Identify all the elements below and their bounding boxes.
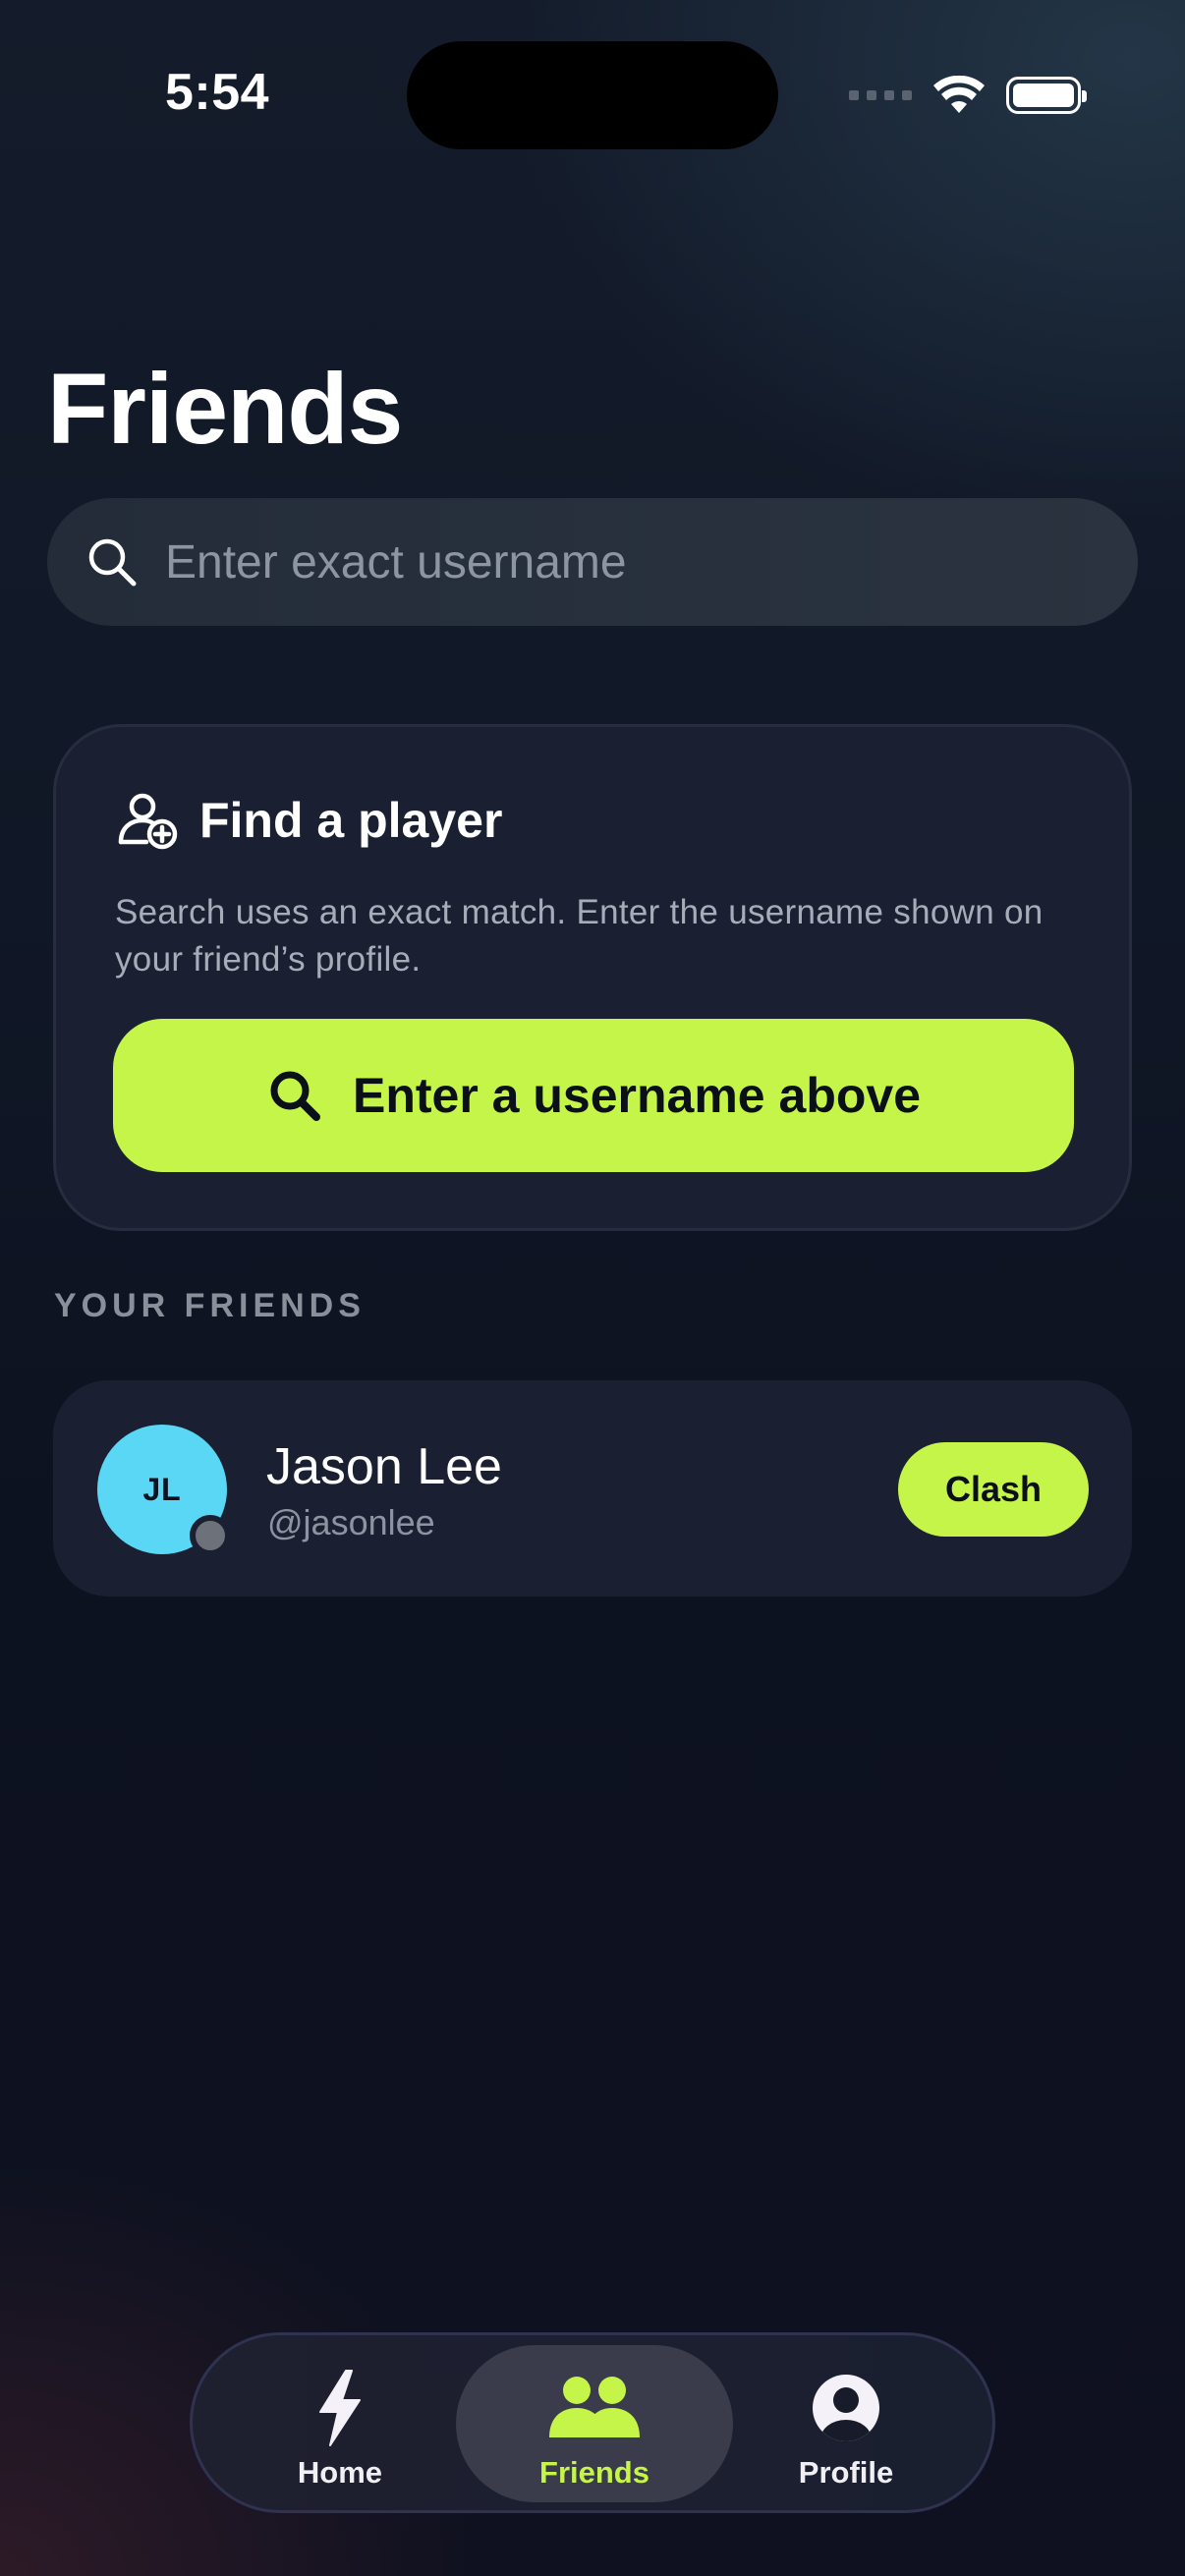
find-player-description: Search uses an exact match. Enter the us… — [115, 893, 1044, 979]
search-icon — [270, 1071, 320, 1121]
people-icon — [549, 2377, 640, 2437]
dynamic-island — [407, 41, 778, 149]
tab-home-label: Home — [297, 2455, 383, 2490]
friend-row[interactable]: JL Jason Lee @jasonlee Clash — [53, 1380, 1132, 1596]
wifi-icon — [933, 76, 985, 113]
find-player-card: Find a player Search uses an exact match… — [53, 724, 1132, 1231]
your-friends-label: YOUR FRIENDS — [54, 1287, 366, 1324]
search-icon — [88, 538, 137, 587]
clash-button[interactable]: Clash — [898, 1442, 1089, 1537]
cellular-signal-icon — [849, 90, 912, 100]
tab-home[interactable]: Home — [261, 2345, 419, 2502]
status-time: 5:54 — [165, 64, 270, 121]
page-title: Friends — [47, 353, 403, 465]
enter-username-button-label: Enter a username above — [352, 1068, 922, 1123]
presence-indicator — [190, 1515, 231, 1556]
friend-name: Jason Lee — [266, 1438, 502, 1495]
find-player-title: Find a player — [199, 793, 503, 848]
search-input[interactable] — [165, 534, 1049, 589]
tab-bar: Home Friends Profile — [190, 2332, 995, 2513]
tab-profile-label: Profile — [798, 2455, 894, 2490]
tab-friends[interactable]: Friends — [456, 2345, 733, 2502]
enter-username-button[interactable]: Enter a username above — [113, 1019, 1074, 1172]
tab-friends-label: Friends — [539, 2455, 649, 2490]
add-user-icon — [118, 793, 178, 850]
person-circle-icon — [813, 2375, 879, 2441]
battery-icon — [1006, 77, 1087, 114]
bolt-icon — [319, 2370, 361, 2446]
status-indicators — [849, 71, 1087, 120]
find-player-header: Find a player — [117, 791, 502, 850]
tab-profile[interactable]: Profile — [767, 2345, 925, 2502]
search-bar[interactable] — [47, 498, 1138, 626]
friend-username: @jasonlee — [267, 1502, 435, 1542]
